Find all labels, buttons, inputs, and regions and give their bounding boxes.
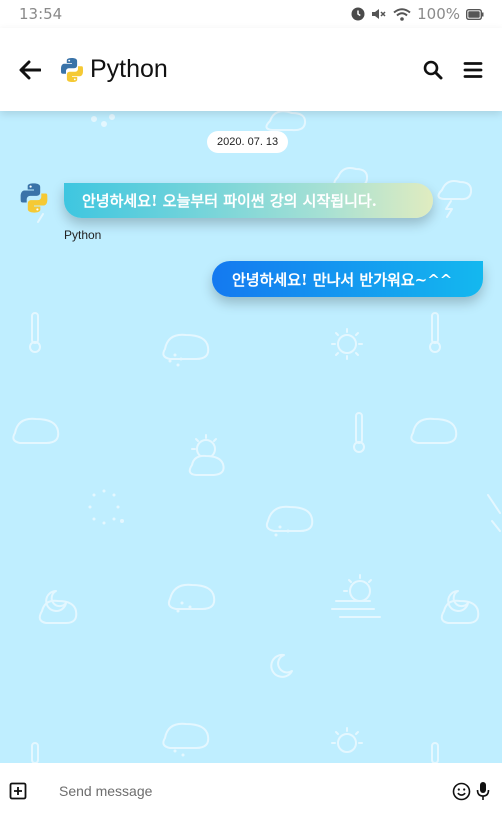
python-logo-icon	[61, 57, 83, 82]
smiley-icon	[452, 782, 470, 800]
status-bar: 13:54 100%	[0, 0, 502, 28]
voice-button[interactable]	[472, 780, 494, 802]
attach-button[interactable]	[8, 781, 28, 801]
battery-percent: 100%	[417, 5, 460, 23]
date-divider: 2020. 07. 13	[207, 131, 289, 153]
message-input[interactable]	[59, 783, 450, 799]
outgoing-message-text: 안녕하세요! 만나서 반가워요~^^	[232, 270, 453, 289]
message-input-bar	[0, 763, 502, 819]
incoming-message-bubble[interactable]: 안녕하세요! 오늘부터 파이썬 강의 시작됩니다.	[64, 183, 433, 218]
alarm-icon	[351, 7, 365, 21]
add-box-icon	[9, 782, 27, 800]
search-button[interactable]	[420, 57, 446, 83]
outgoing-message-bubble[interactable]: 안녕하세요! 만나서 반가워요~^^	[212, 261, 483, 297]
wifi-icon	[393, 7, 411, 21]
back-button[interactable]	[18, 58, 42, 82]
incoming-message-text: 안녕하세요! 오늘부터 파이썬 강의 시작됩니다.	[82, 192, 377, 210]
app-bar: Python	[0, 28, 502, 111]
mute-icon	[371, 8, 387, 20]
sender-name: Python	[64, 228, 102, 242]
menu-icon	[463, 61, 483, 78]
status-time: 13:54	[19, 5, 63, 23]
chat-area[interactable]: 2020. 07. 13 안녕하세요! 오늘부터 파이썬 강의 시작됩니다. P…	[0, 111, 502, 763]
search-icon	[423, 60, 443, 79]
menu-button[interactable]	[460, 57, 486, 83]
page-title: Python	[90, 55, 168, 83]
status-icons: 100%	[351, 5, 484, 23]
arrow-left-icon	[19, 60, 41, 79]
battery-icon	[466, 8, 484, 20]
microphone-icon	[476, 782, 490, 800]
python-avatar-icon[interactable]	[17, 181, 51, 215]
emoji-button[interactable]	[450, 780, 472, 802]
